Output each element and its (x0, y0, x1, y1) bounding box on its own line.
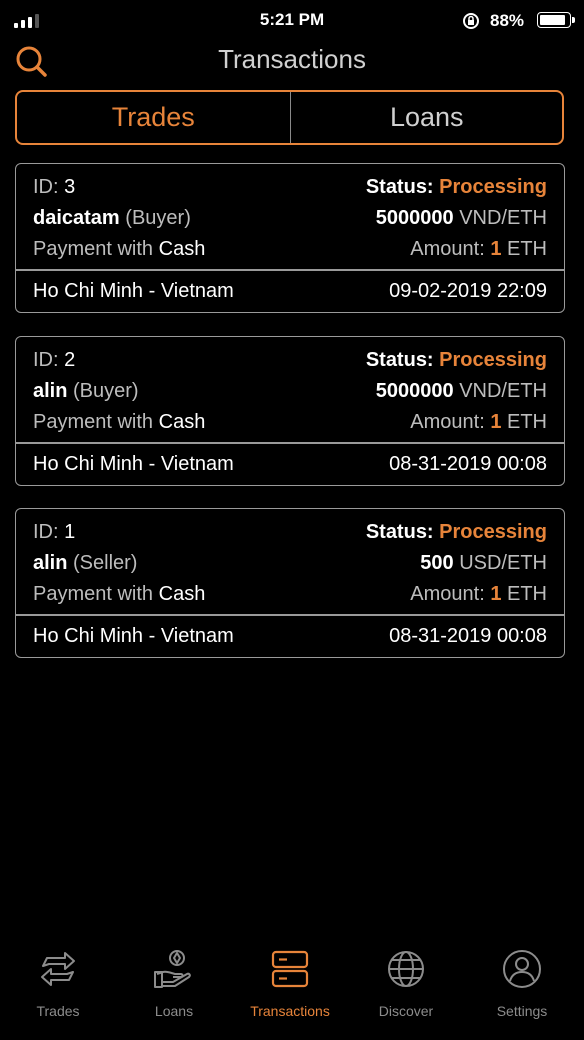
datetime: 09-02-2019 22:09 (389, 279, 547, 302)
battery-percentage: 88% (490, 11, 525, 30)
status: Status: Processing (365, 175, 547, 198)
status-badge: Processing (439, 520, 547, 543)
tabbar-label: Discover (378, 1003, 434, 1019)
price: 5000000 VND/ETH (375, 379, 547, 402)
segmented-control: Trades Loans (15, 90, 564, 145)
status-badge: Processing (439, 348, 547, 371)
tabbar-item-settings[interactable]: Settings (464, 940, 580, 1040)
payment-method: Payment with Cash (33, 582, 206, 605)
trader: alin (Seller) (33, 551, 138, 574)
tab-trades[interactable]: Trades (17, 92, 290, 143)
server-icon (271, 950, 309, 988)
transaction-id: ID: 2 (33, 348, 76, 371)
transaction-card[interactable]: ID: 3 Status: Processing daicatam (Buyer… (15, 163, 565, 313)
tabbar-label: Transactions (250, 1003, 330, 1019)
divider (16, 442, 564, 444)
tabbar-item-discover[interactable]: Discover (348, 940, 464, 1040)
tabbar-label: Trades (36, 1003, 80, 1019)
tabbar-label: Loans (154, 1003, 194, 1019)
location: Ho Chi Minh - Vietnam (33, 624, 234, 647)
tab-loans[interactable]: Loans (289, 92, 562, 143)
status: Status: Processing (365, 348, 547, 371)
bottom-tab-bar: Trades Loans Transactions Discover Setti… (0, 940, 584, 1040)
page-title: Transactions (218, 44, 366, 74)
amount: Amount: 1 ETH (410, 237, 547, 260)
location: Ho Chi Minh - Vietnam (33, 452, 234, 475)
price: 500 USD/ETH (420, 551, 547, 574)
user-icon (503, 950, 541, 988)
globe-icon (388, 951, 424, 987)
hand-coin-icon (154, 950, 191, 988)
datetime: 08-31-2019 00:08 (389, 624, 547, 647)
exchange-icon (41, 952, 75, 986)
amount: Amount: 1 ETH (410, 410, 547, 433)
transaction-id: ID: 1 (33, 520, 76, 543)
payment-method: Payment with Cash (33, 237, 206, 260)
tabbar-item-trades[interactable]: Trades (0, 940, 116, 1040)
location: Ho Chi Minh - Vietnam (33, 279, 234, 302)
header: Transactions (0, 42, 584, 82)
rotation-lock-icon (463, 13, 479, 29)
battery-icon (537, 12, 575, 28)
divider (16, 614, 564, 616)
price: 5000000 VND/ETH (375, 206, 547, 229)
status-bar: 5:21 PM 88% (0, 0, 584, 42)
tabbar-label: Settings (496, 1003, 548, 1019)
divider (16, 269, 564, 271)
amount: Amount: 1 ETH (410, 582, 547, 605)
transaction-id: ID: 3 (33, 175, 76, 198)
tabbar-item-loans[interactable]: Loans (116, 940, 232, 1040)
trader: daicatam (Buyer) (33, 206, 191, 229)
status-badge: Processing (439, 175, 547, 198)
payment-method: Payment with Cash (33, 410, 206, 433)
status: Status: Processing (365, 520, 547, 543)
transaction-card[interactable]: ID: 1 Status: Processing alin (Seller) 5… (15, 508, 565, 658)
tabbar-item-transactions[interactable]: Transactions (232, 940, 348, 1040)
transaction-card[interactable]: ID: 2 Status: Processing alin (Buyer) 50… (15, 336, 565, 486)
datetime: 08-31-2019 00:08 (389, 452, 547, 475)
trader: alin (Buyer) (33, 379, 139, 402)
